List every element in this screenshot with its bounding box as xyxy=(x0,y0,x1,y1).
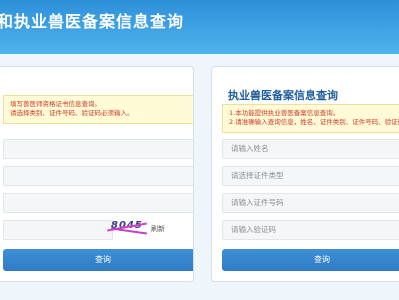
id-type-select[interactable]: 请选择证件类型 xyxy=(222,166,399,186)
page-title: 和执业兽医备案信息查询 xyxy=(0,12,185,31)
notice-line: 1.本功能提供执业兽医备案信息查询。 xyxy=(229,109,340,117)
notice-box: 1.本功能提供执业兽医备案信息查询。 2.请准确输入查询信息，姓名、证件类别、证… xyxy=(222,104,399,133)
panel-title: 执业兽医备案信息查询 xyxy=(228,89,338,102)
query-panel-left: 填写兽医师资格证书信息查询。 请选择类别、证件号码、验证码必须输入。 8045 … xyxy=(0,66,194,282)
id-type-select[interactable] xyxy=(3,166,193,186)
name-input[interactable] xyxy=(3,139,193,159)
notice-line: 2.请准确输入查询信息，姓名、证件类别、证件号码、验证码必须输入。 xyxy=(229,118,399,126)
submit-button[interactable]: 查询 xyxy=(222,249,399,271)
notice-box: 填写兽医师资格证书信息查询。 请选择类别、证件号码、验证码必须输入。 xyxy=(3,95,193,124)
name-input[interactable]: 请输入姓名 xyxy=(222,139,399,159)
notice-line: 请选择类别、证件号码、验证码必须输入。 xyxy=(10,109,134,117)
captcha-input[interactable] xyxy=(3,220,113,240)
submit-button[interactable]: 查询 xyxy=(3,249,193,271)
notice-line: 填写兽医师资格证书信息查询。 xyxy=(10,100,101,108)
id-number-input[interactable] xyxy=(3,193,193,213)
captcha-input[interactable]: 请输入验证码 xyxy=(222,220,399,240)
id-number-input[interactable]: 请输入证件号码 xyxy=(222,193,399,213)
header-banner: 和执业兽医备案信息查询 xyxy=(0,0,399,54)
refresh-captcha-link[interactable]: 刷新 xyxy=(151,224,165,234)
captcha-image[interactable]: 8045 xyxy=(111,220,147,236)
query-panel-right: 执业兽医备案信息查询 1.本功能提供执业兽医备案信息查询。 2.请准确输入查询信… xyxy=(211,66,399,282)
